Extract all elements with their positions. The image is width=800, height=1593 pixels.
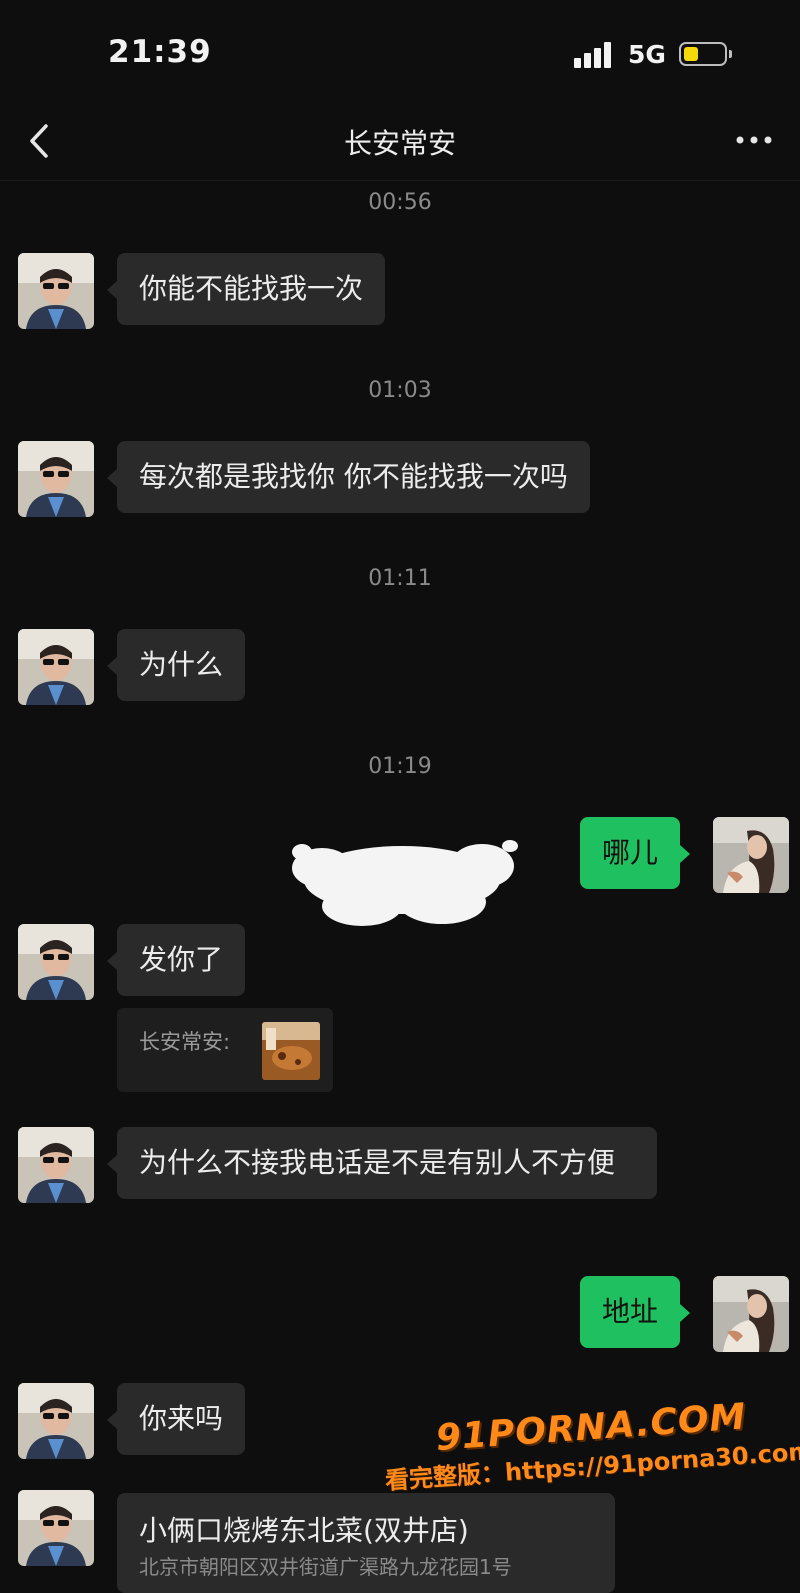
contact-avatar[interactable]: [18, 924, 94, 1000]
message-bubble[interactable]: 为什么不接我电话是不是有别人不方便: [107, 1127, 657, 1199]
self-avatar[interactable]: [713, 1276, 789, 1352]
message-bubble[interactable]: 发你了: [106, 924, 246, 996]
message-timestamp: 01:03: [368, 378, 432, 403]
network-type: 5G: [628, 40, 666, 69]
contact-avatar[interactable]: [18, 1490, 94, 1566]
contact-avatar[interactable]: [18, 441, 94, 517]
message-bubble-outgoing[interactable]: 哪儿: [580, 817, 691, 889]
message-bubble[interactable]: 为什么: [106, 629, 246, 701]
contact-avatar[interactable]: [18, 253, 94, 329]
self-avatar[interactable]: [713, 817, 789, 893]
status-bar: 21:39 5G: [0, 0, 800, 108]
message-timestamp: 01:19: [368, 754, 432, 779]
quote-sender: 长安常安:: [139, 1030, 231, 1054]
message-timestamp: 00:56: [368, 190, 432, 215]
location-address: 北京市朝阳区双井街道广渠路九龙花园1号: [139, 1555, 512, 1579]
contact-avatar[interactable]: [18, 1127, 94, 1203]
chat-header: 长安常安: [0, 108, 800, 181]
message-bubble[interactable]: 你来吗: [106, 1383, 246, 1455]
quote-image-thumbnail[interactable]: [262, 1022, 320, 1080]
location-message[interactable]: 小俩口烧烤东北菜(双井店) 北京市朝阳区双井街道广渠路九龙花园1号: [117, 1493, 615, 1593]
battery-icon: [679, 42, 732, 66]
contact-avatar[interactable]: [18, 629, 94, 705]
signal-icon: [574, 42, 614, 68]
redaction-cloud: [282, 828, 522, 933]
message-bubble[interactable]: 每次都是我找你 你不能找我一次吗: [107, 441, 590, 513]
message-timestamp: 01:11: [368, 566, 432, 591]
location-name: 小俩口烧烤东北菜(双井店): [139, 1514, 469, 1547]
quoted-message[interactable]: 长安常安:: [117, 1008, 333, 1092]
contact-avatar[interactable]: [18, 1383, 94, 1459]
message-bubble[interactable]: 你能不能找我一次: [106, 253, 386, 325]
message-bubble-outgoing[interactable]: 地址: [580, 1276, 691, 1348]
chat-title: 长安常安: [343, 127, 456, 160]
more-dots-icon[interactable]: [734, 120, 774, 160]
status-time: 21:39: [108, 34, 212, 70]
